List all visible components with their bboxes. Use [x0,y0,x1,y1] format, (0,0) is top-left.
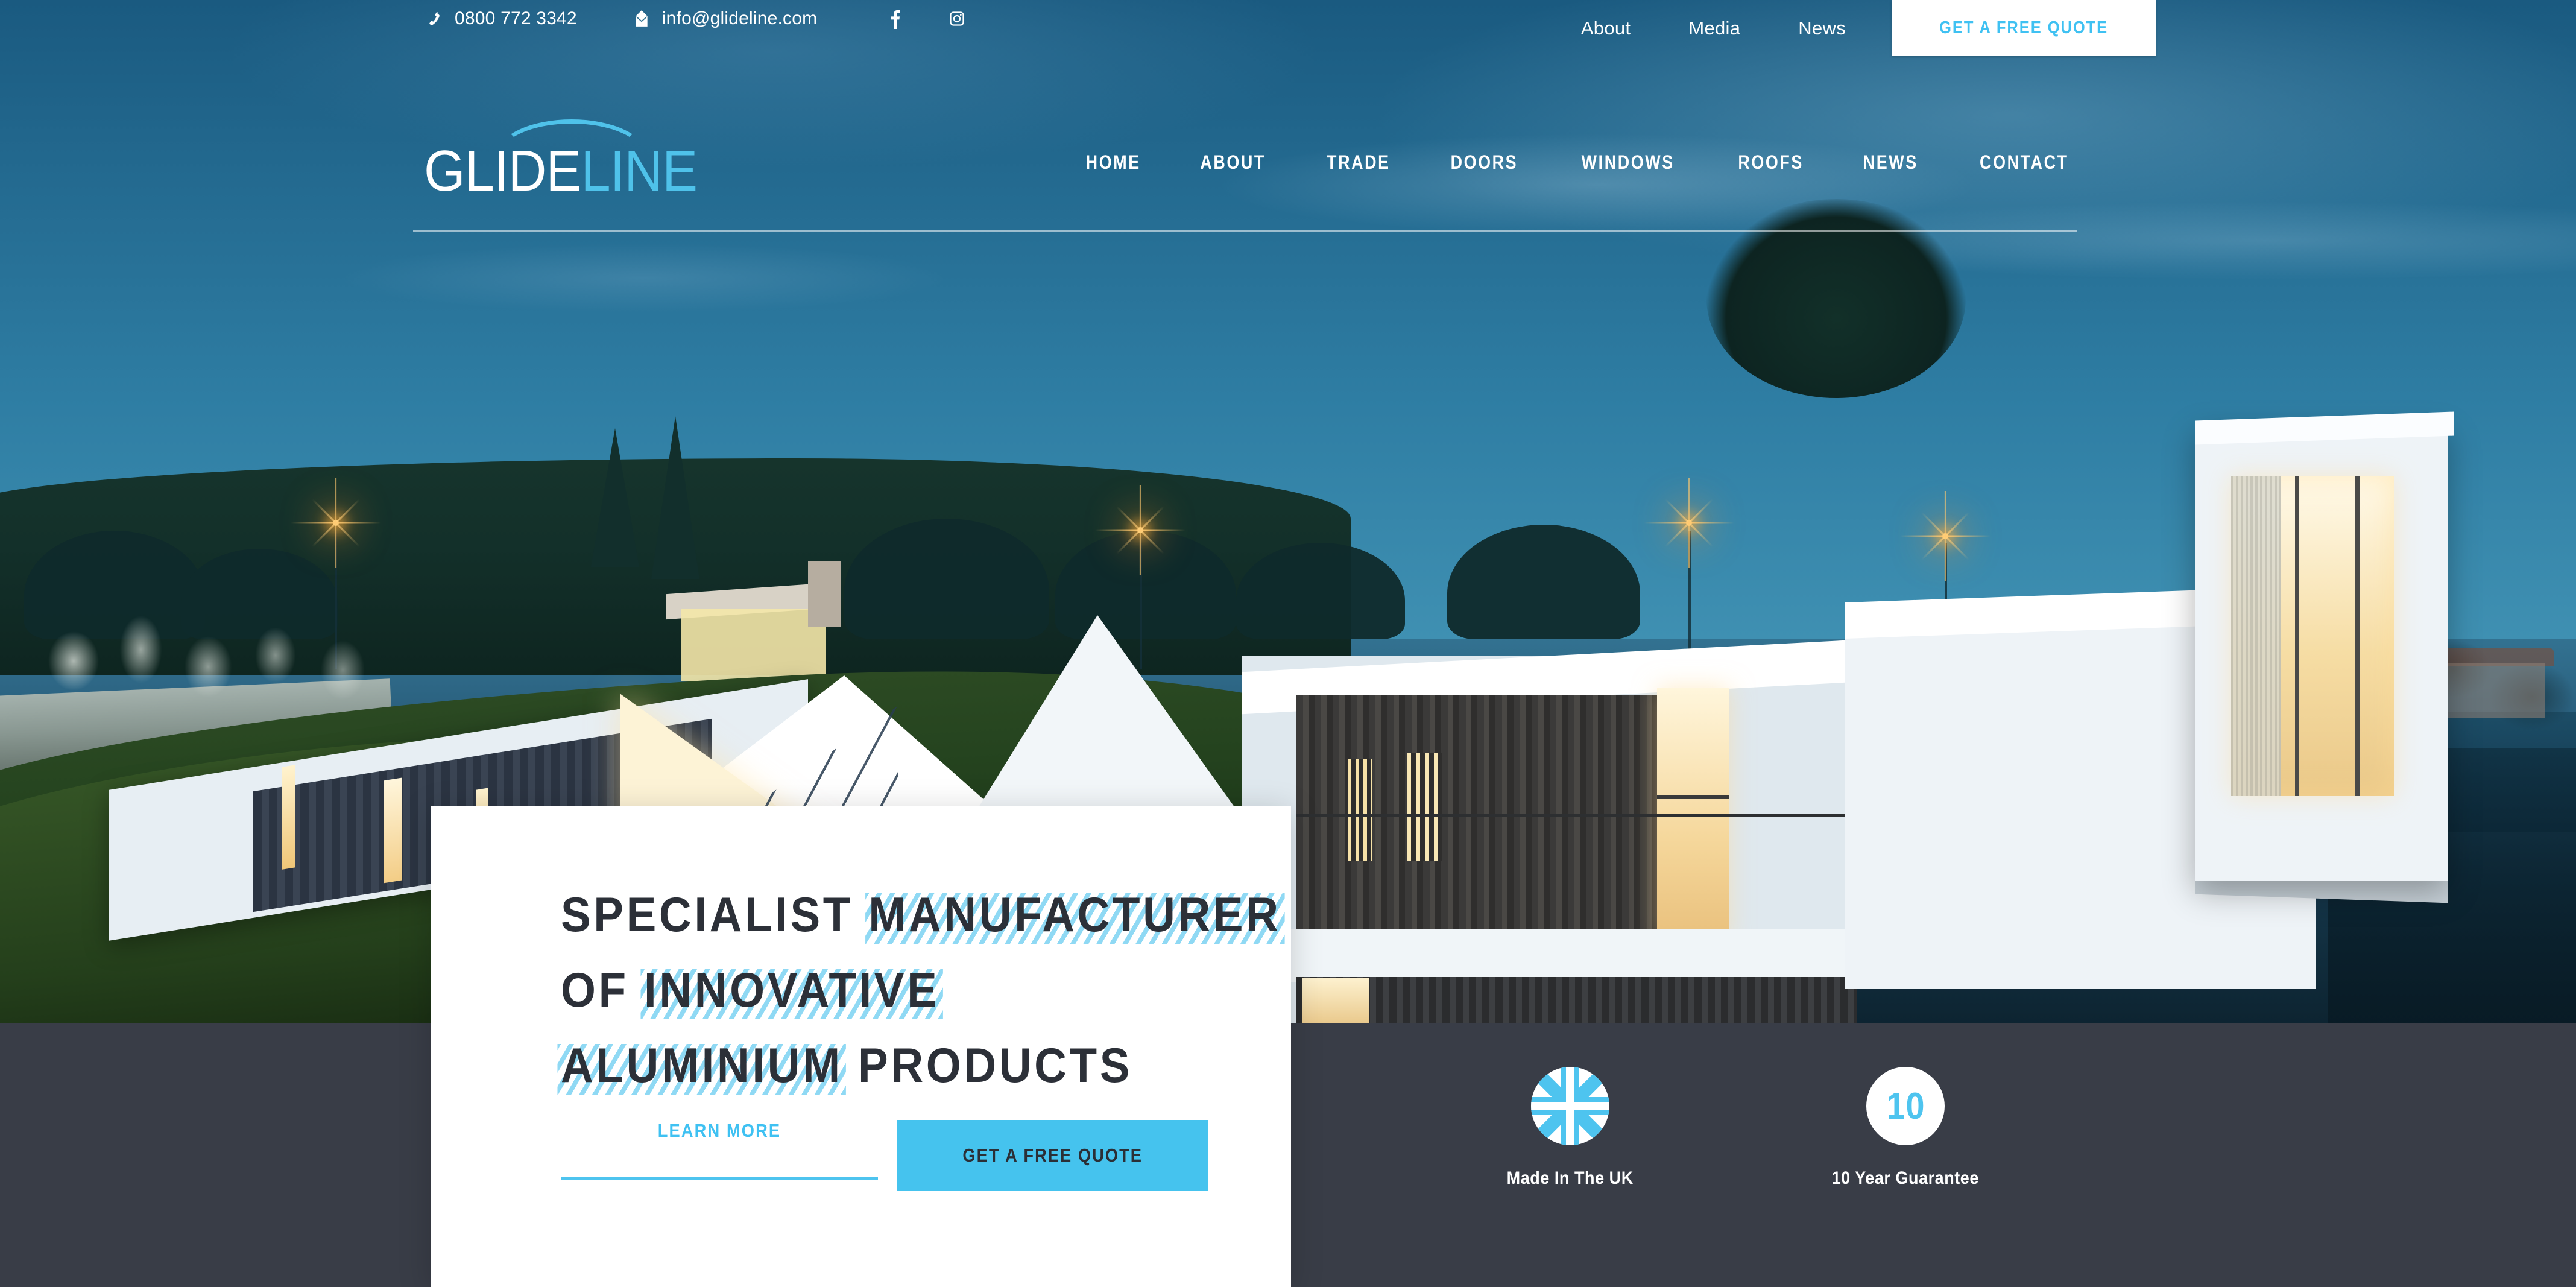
utility-top-bar: 0800 772 3342 info@glideline.com About M… [0,0,2576,56]
headline-line1-plain: SPECIALIST [561,888,869,942]
contact-info-group: 0800 772 3342 info@glideline.com [424,8,966,29]
top-nav-item-media[interactable]: Media [1688,17,1740,39]
learn-more-label: LEARN MORE [657,1120,781,1141]
facebook-icon[interactable] [886,8,904,29]
badge-made-in-uk[interactable]: Made In The UK [1428,1023,1712,1189]
top-get-a-free-quote-button[interactable]: GET A FREE QUOTE [1892,0,2156,56]
nav-item-contact[interactable]: CONTACT [1980,151,2069,174]
union-jack-icon [1531,1067,1609,1145]
ten-year-value: 10 [1886,1085,1925,1127]
email-contact[interactable]: info@glideline.com [631,8,818,29]
logo-wordmark: GLIDELINE [424,139,698,203]
ten-year-icon: 10 [1866,1067,1945,1145]
top-nav-links: About Media News [1581,0,1892,56]
nav-item-doors[interactable]: DOORS [1451,151,1518,174]
nav-item-news[interactable]: NEWS [1863,151,1918,174]
learn-more-underline [561,1177,878,1180]
hero-headline: SPECIALIST MANUFACTURER OF INNOVATIVE AL… [557,878,1285,1104]
email-address: info@glideline.com [661,8,818,28]
envelope-icon [631,8,652,29]
hero-get-a-free-quote-button[interactable]: GET A FREE QUOTE [897,1120,1208,1191]
hero-content-card: SPECIALIST MANUFACTURER OF INNOVATIVE AL… [431,806,1291,1287]
main-header: GLIDELINE HOME ABOUT TRADE DOORS WINDOWS… [0,56,2576,232]
page-root: 0800 772 3342 info@glideline.com About M… [0,0,2576,1287]
main-navigation: HOME ABOUT TRADE DOORS WINDOWS ROOFS NEW… [1081,151,2077,174]
top-nav-item-about[interactable]: About [1581,17,1631,39]
headline-line-2: OF INNOVATIVE [561,953,1216,1028]
headline-line-1: SPECIALIST MANUFACTURER [561,878,1285,953]
top-nav-item-news[interactable]: News [1798,17,1846,39]
headline-line2-plain: OF [561,963,644,1017]
phone-number: 0800 772 3342 [455,8,577,28]
headline-highlight-manufacturer: MANUFACTURER [865,878,1285,953]
trust-badges: Made In The UK 10 10 Year Guarantee [1291,1023,2576,1287]
hero-quote-label: GET A FREE QUOTE [962,1144,1143,1166]
nav-item-home[interactable]: HOME [1086,151,1141,174]
header-divider [413,230,2077,232]
nav-item-trade[interactable]: TRADE [1327,151,1391,174]
glideline-logo[interactable]: GLIDELINE [424,119,698,200]
instagram-icon[interactable] [948,8,966,29]
nav-item-windows[interactable]: WINDOWS [1582,151,1675,174]
badge-made-in-uk-label: Made In The UK [1506,1168,1634,1188]
phone-icon [424,8,444,29]
headline-line-3: ALUMINIUM PRODUCTS [557,1028,1216,1104]
badge-guarantee-label: 10 Year Guarantee [1831,1168,1980,1188]
headline-line3-plain: PRODUCTS [842,1039,1133,1093]
headline-highlight-aluminium: ALUMINIUM [557,1028,847,1104]
social-links [886,8,966,29]
phone-contact[interactable]: 0800 772 3342 [424,8,577,29]
hero-cta-row: LEARN MORE GET A FREE QUOTE [561,1120,1208,1191]
logo-text-line: LINE [581,139,698,203]
top-nav-group: About Media News GET A FREE QUOTE [1581,0,2576,56]
nav-item-roofs[interactable]: ROOFS [1738,151,1804,174]
nav-item-about[interactable]: ABOUT [1201,151,1266,174]
top-quote-label: GET A FREE QUOTE [1939,18,2109,37]
badge-10-year-guarantee[interactable]: 10 10 Year Guarantee [1764,1023,2047,1189]
logo-text-glide: GLIDE [424,139,581,203]
learn-more-link[interactable]: LEARN MORE [561,1120,878,1180]
headline-highlight-innovative: INNOVATIVE [640,953,943,1028]
